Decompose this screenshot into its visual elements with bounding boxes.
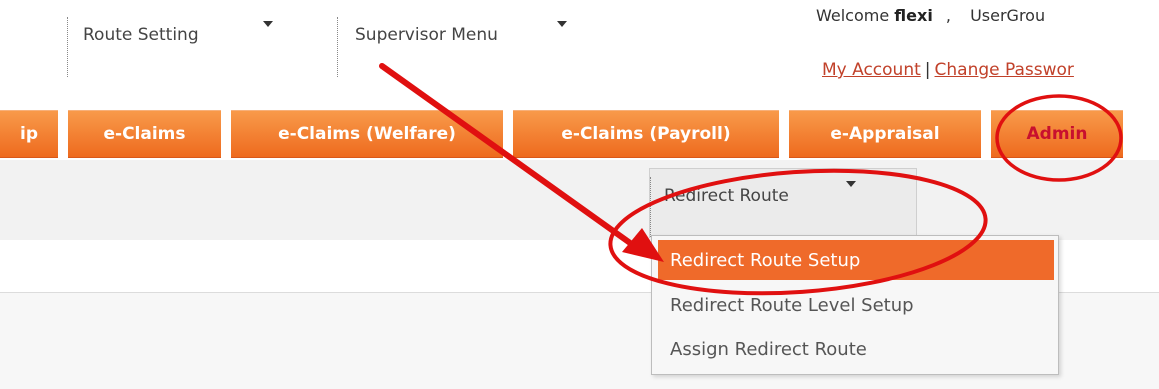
annotation-overlay [379, 63, 1123, 296]
annotation-ellipse-menu [608, 168, 988, 296]
annotation-ellipse-admin [995, 94, 1123, 182]
annotation-arrow-line [379, 63, 643, 253]
annotation-arrow-head [622, 228, 664, 262]
